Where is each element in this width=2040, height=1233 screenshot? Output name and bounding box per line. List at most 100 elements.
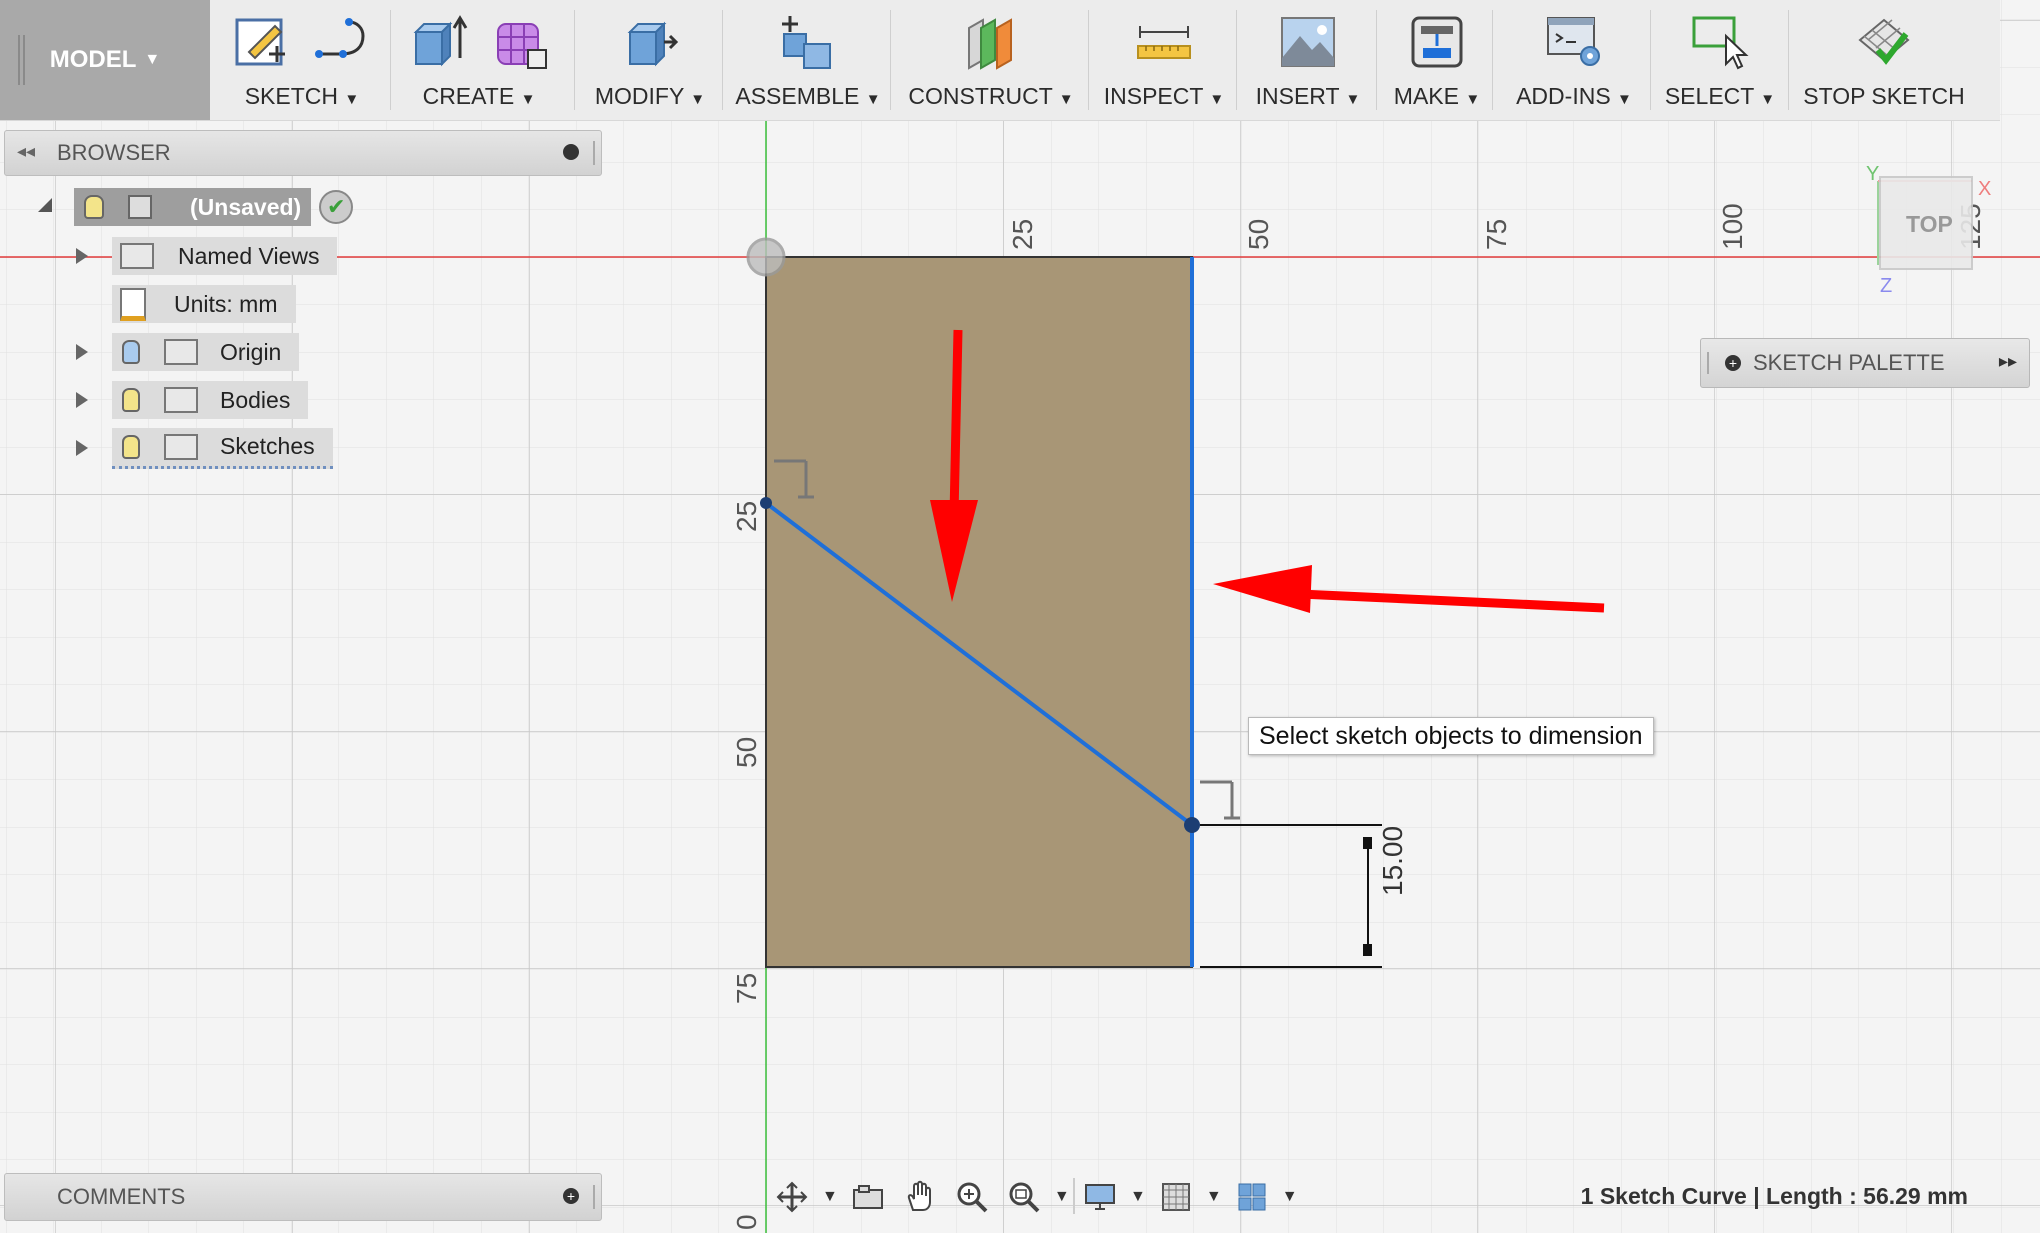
minimize-icon[interactable] — [563, 144, 579, 160]
browser-item-sketches[interactable]: Sketches — [112, 427, 333, 469]
chevron-down-icon: ▼ — [1058, 91, 1074, 108]
modify-menu[interactable]: MODIFY ▼ — [580, 0, 720, 120]
assemble-menu[interactable]: ASSEMBLE ▼ — [728, 0, 888, 120]
ruler-v-tick: 25 — [731, 501, 762, 532]
measure-icon[interactable] — [1134, 12, 1194, 72]
sketch-profile[interactable] — [765, 256, 1193, 968]
expand-triangle-icon[interactable] — [76, 344, 88, 360]
browser-item-label: Units: mm — [174, 290, 278, 317]
workspace-switcher[interactable]: MODEL ▼ — [0, 0, 210, 120]
comments-panel-header[interactable]: COMMENTS + — [4, 1173, 602, 1221]
browser-item-units[interactable]: Units: mm — [112, 285, 296, 323]
sketch-point-right[interactable] — [1184, 817, 1200, 833]
ruler-v-tick: 50 — [731, 737, 762, 768]
display-bar: ▼ ▼ ▼ — [1078, 1175, 1298, 1219]
pan-button[interactable] — [898, 1177, 942, 1217]
collapse-triangle-icon[interactable] — [38, 198, 52, 212]
document-settings-icon — [120, 287, 146, 321]
make-menu-label: MAKE — [1393, 83, 1459, 109]
panel-grip[interactable] — [1707, 352, 1711, 374]
browser-item-named-views[interactable]: Named Views — [112, 237, 338, 275]
3d-print-icon[interactable] — [1407, 12, 1467, 72]
form-icon[interactable] — [490, 12, 550, 72]
browser-item-label: Origin — [220, 338, 282, 365]
display-settings-button[interactable] — [1078, 1177, 1122, 1217]
add-icon[interactable]: + — [1725, 355, 1741, 371]
grid-settings-button[interactable] — [1154, 1177, 1198, 1217]
component-icon — [128, 195, 152, 219]
look-at-icon — [852, 1185, 883, 1209]
root-label: (Unsaved) — [190, 193, 302, 220]
browser-panel-header[interactable]: ◂◂ BROWSER — [4, 130, 602, 176]
expand-triangle-icon[interactable] — [76, 392, 88, 408]
expand-panel-icon[interactable]: ▸▸ — [1999, 351, 2017, 372]
chevron-down-icon[interactable]: ▼ — [1282, 1188, 1298, 1206]
visibility-bulb-icon[interactable] — [84, 195, 104, 219]
stop-sketch-icon[interactable] — [1854, 12, 1914, 72]
offset-plane-icon[interactable] — [961, 12, 1021, 72]
visibility-bulb-icon[interactable] — [122, 434, 140, 459]
toolbar-grip[interactable] — [18, 35, 25, 85]
extrude-icon[interactable] — [408, 12, 468, 72]
ruler-v-tick: 0 — [731, 1214, 762, 1230]
browser-item-bodies[interactable]: Bodies — [112, 381, 309, 419]
chevron-down-icon: ▼ — [1209, 91, 1225, 108]
new-component-icon[interactable] — [778, 12, 838, 72]
folder-icon — [120, 243, 154, 269]
collapse-panel-icon[interactable]: ◂◂ — [17, 141, 35, 162]
comments-title: COMMENTS — [57, 1184, 186, 1209]
insert-menu[interactable]: INSERT ▼ — [1242, 0, 1374, 120]
fit-button[interactable] — [1002, 1177, 1046, 1217]
viewports-button[interactable] — [1230, 1177, 1274, 1217]
dimension-value[interactable]: 15.00 — [1377, 826, 1408, 896]
modify-menu-label: MODIFY — [594, 83, 684, 109]
view-cube-top-face[interactable]: TOP — [1906, 211, 1953, 237]
origin-point[interactable] — [746, 237, 786, 277]
look-at-button[interactable] — [846, 1177, 890, 1217]
axis-label-x: X — [1978, 178, 1991, 200]
zoom-button[interactable] — [950, 1177, 994, 1217]
active-check-icon[interactable]: ✔ — [319, 190, 354, 224]
chevron-down-icon: ▼ — [865, 91, 881, 108]
grid-icon — [1161, 1183, 1190, 1211]
selection-status: 1 Sketch Curve | Length : 56.29 mm — [1580, 1183, 1968, 1209]
expand-triangle-icon[interactable] — [76, 248, 88, 264]
dimension-tooltip: Select sketch objects to dimension — [1248, 717, 1654, 755]
viewports-icon — [1238, 1183, 1266, 1211]
sketch-menu[interactable]: SKETCH ▼ — [218, 0, 386, 120]
tooltip-text: Select sketch objects to dimension — [1259, 721, 1643, 750]
browser-item-label: Named Views — [178, 242, 320, 269]
panel-grip[interactable] — [593, 141, 597, 165]
make-menu[interactable]: MAKE ▼ — [1382, 0, 1492, 120]
chevron-down-icon[interactable]: ▼ — [822, 1188, 838, 1206]
visibility-bulb-icon[interactable] — [122, 388, 140, 412]
browser-item-origin[interactable]: Origin — [112, 333, 300, 371]
add-comment-icon[interactable]: + — [563, 1188, 579, 1204]
chevron-down-icon[interactable]: ▼ — [1130, 1188, 1146, 1206]
browser-root-node[interactable]: (Unsaved) ✔ — [74, 188, 354, 226]
scripts-icon[interactable] — [1544, 12, 1604, 72]
chevron-down-icon[interactable]: ▼ — [1054, 1188, 1070, 1206]
sketch-palette-header[interactable]: + SKETCH PALETTE ▸▸ — [1700, 338, 2030, 388]
sketch-palette-title: SKETCH PALETTE — [1753, 350, 1945, 375]
visibility-bulb-icon[interactable] — [122, 340, 140, 364]
create-sketch-icon[interactable] — [231, 12, 291, 72]
chevron-down-icon: ▼ — [1345, 91, 1361, 108]
select-cursor-icon[interactable] — [1690, 12, 1750, 72]
inspect-menu[interactable]: INSPECT ▼ — [1094, 0, 1234, 120]
chevron-down-icon[interactable]: ▼ — [1206, 1188, 1222, 1206]
stop-sketch-button[interactable]: STOP SKETCH — [1794, 0, 1974, 120]
press-pull-icon[interactable] — [620, 12, 680, 72]
design-canvas[interactable]: 15.00 25 50 75 100 125 25 50 75 0 TOP Y … — [0, 0, 2040, 1233]
expand-triangle-icon[interactable] — [76, 440, 88, 456]
finish-sketch-line-icon[interactable] — [313, 12, 373, 72]
add-ins-menu[interactable]: ADD-INS ▼ — [1498, 0, 1650, 120]
select-menu[interactable]: SELECT ▼ — [1656, 0, 1784, 120]
browser-item-label: Bodies — [220, 386, 291, 413]
create-menu[interactable]: CREATE ▼ — [394, 0, 564, 120]
panel-grip[interactable] — [593, 1185, 597, 1209]
ruler-h-tick: 50 — [1243, 219, 1274, 250]
orbit-button[interactable] — [770, 1177, 814, 1217]
insert-image-icon[interactable] — [1278, 12, 1338, 72]
construct-menu[interactable]: CONSTRUCT ▼ — [896, 0, 1086, 120]
